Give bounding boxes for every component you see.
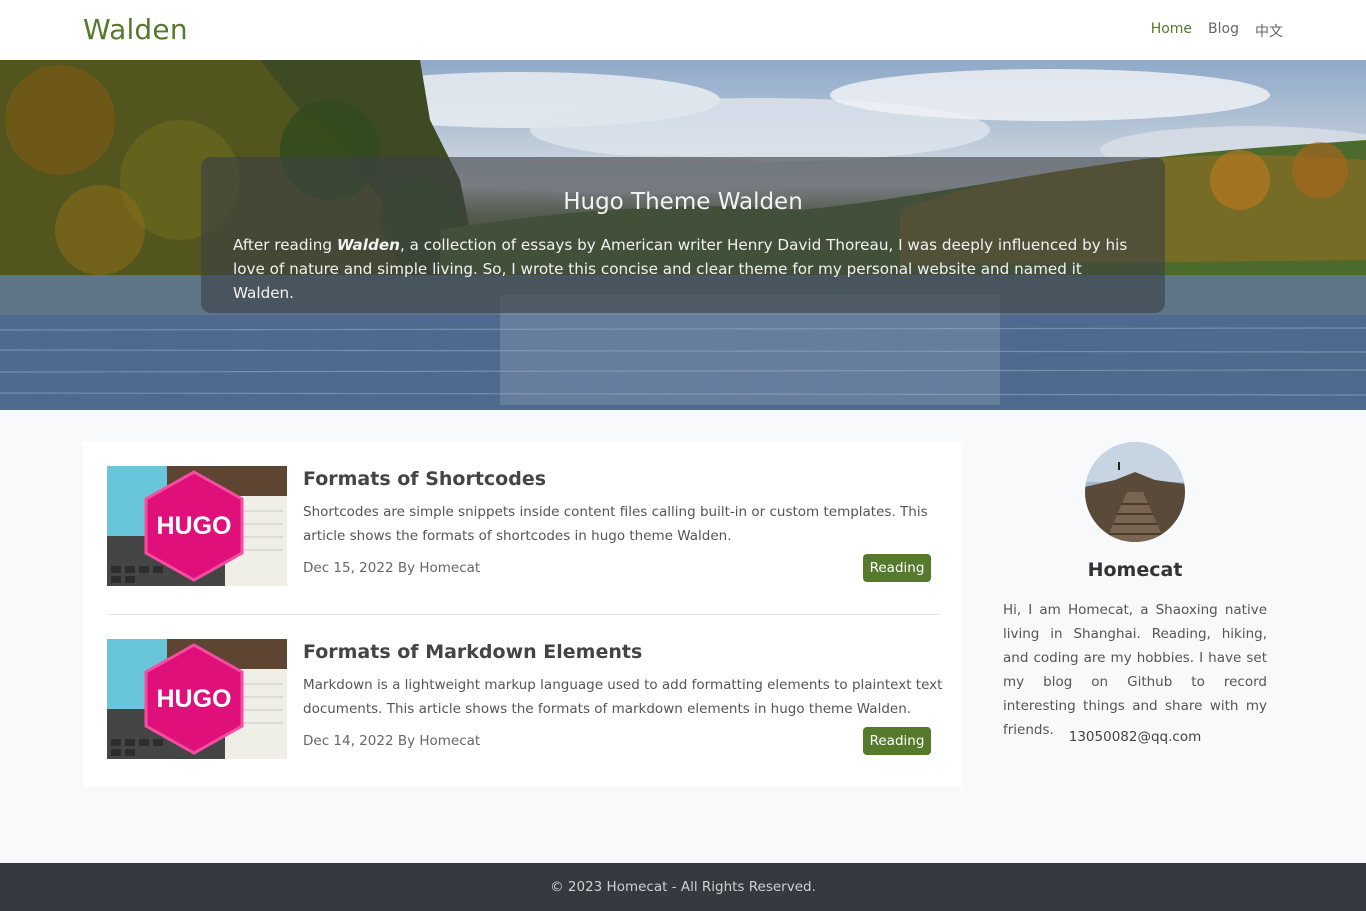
hero-title: Hugo Theme Walden	[563, 189, 803, 215]
nav-link-home[interactable]: Home	[1151, 21, 1192, 41]
post-thumbnail[interactable]: HUGO	[107, 466, 287, 586]
post-item: HUGO Formats of Markdown Elements Markdo…	[107, 639, 942, 759]
page-footer: © 2023 Homecat - All Rights Reserved.	[0, 863, 1366, 911]
author-email-link[interactable]: 13050082@qq.com	[1003, 729, 1267, 745]
top-navbar: Walden Home Blog 中文	[0, 0, 1366, 60]
reading-button[interactable]: Reading	[863, 554, 931, 582]
post-meta: Dec 15, 2022 By Homecat	[303, 560, 481, 576]
post-divider	[107, 614, 939, 615]
post-title-link[interactable]: Formats of Shortcodes	[303, 468, 546, 490]
hugo-logo-image: HUGO	[107, 466, 287, 586]
hero-text-part: After reading	[233, 236, 337, 254]
post-summary: Markdown is a lightweight markup languag…	[303, 677, 943, 717]
nav-link-chinese[interactable]: 中文	[1255, 21, 1283, 41]
nav-link-blog[interactable]: Blog	[1208, 21, 1239, 41]
author-name: Homecat	[1087, 559, 1183, 581]
avatar-image	[1085, 442, 1185, 542]
hero-description: After reading Walden, a collection of es…	[233, 233, 1133, 305]
site-brand-link[interactable]: Walden	[83, 13, 188, 46]
hero-banner: Hugo Theme Walden After reading Walden, …	[0, 60, 1366, 410]
reading-button[interactable]: Reading	[863, 727, 931, 755]
copyright-text: © 2023 Homecat - All Rights Reserved.	[550, 879, 816, 895]
hugo-logo-text: HUGO	[157, 512, 232, 540]
hero-intro-card: Hugo Theme Walden After reading Walden, …	[201, 157, 1165, 313]
hugo-logo-text: HUGO	[157, 685, 232, 713]
avatar	[1085, 442, 1185, 542]
nav-menu: Home Blog 中文	[1151, 21, 1283, 41]
post-list: HUGO Formats of Shortcodes Shortcodes ar…	[83, 442, 963, 787]
post-title-link[interactable]: Formats of Markdown Elements	[303, 641, 642, 663]
post-item: HUGO Formats of Shortcodes Shortcodes ar…	[107, 466, 939, 586]
author-bio: Hi, I am Homecat, a Shaoxing native livi…	[1003, 602, 1267, 738]
hugo-logo-image: HUGO	[107, 639, 287, 759]
hero-text-emphasis: Walden	[336, 236, 400, 254]
post-meta: Dec 14, 2022 By Homecat	[303, 733, 481, 749]
post-summary: Shortcodes are simple snippets inside co…	[303, 504, 928, 544]
post-thumbnail[interactable]: HUGO	[107, 639, 287, 759]
